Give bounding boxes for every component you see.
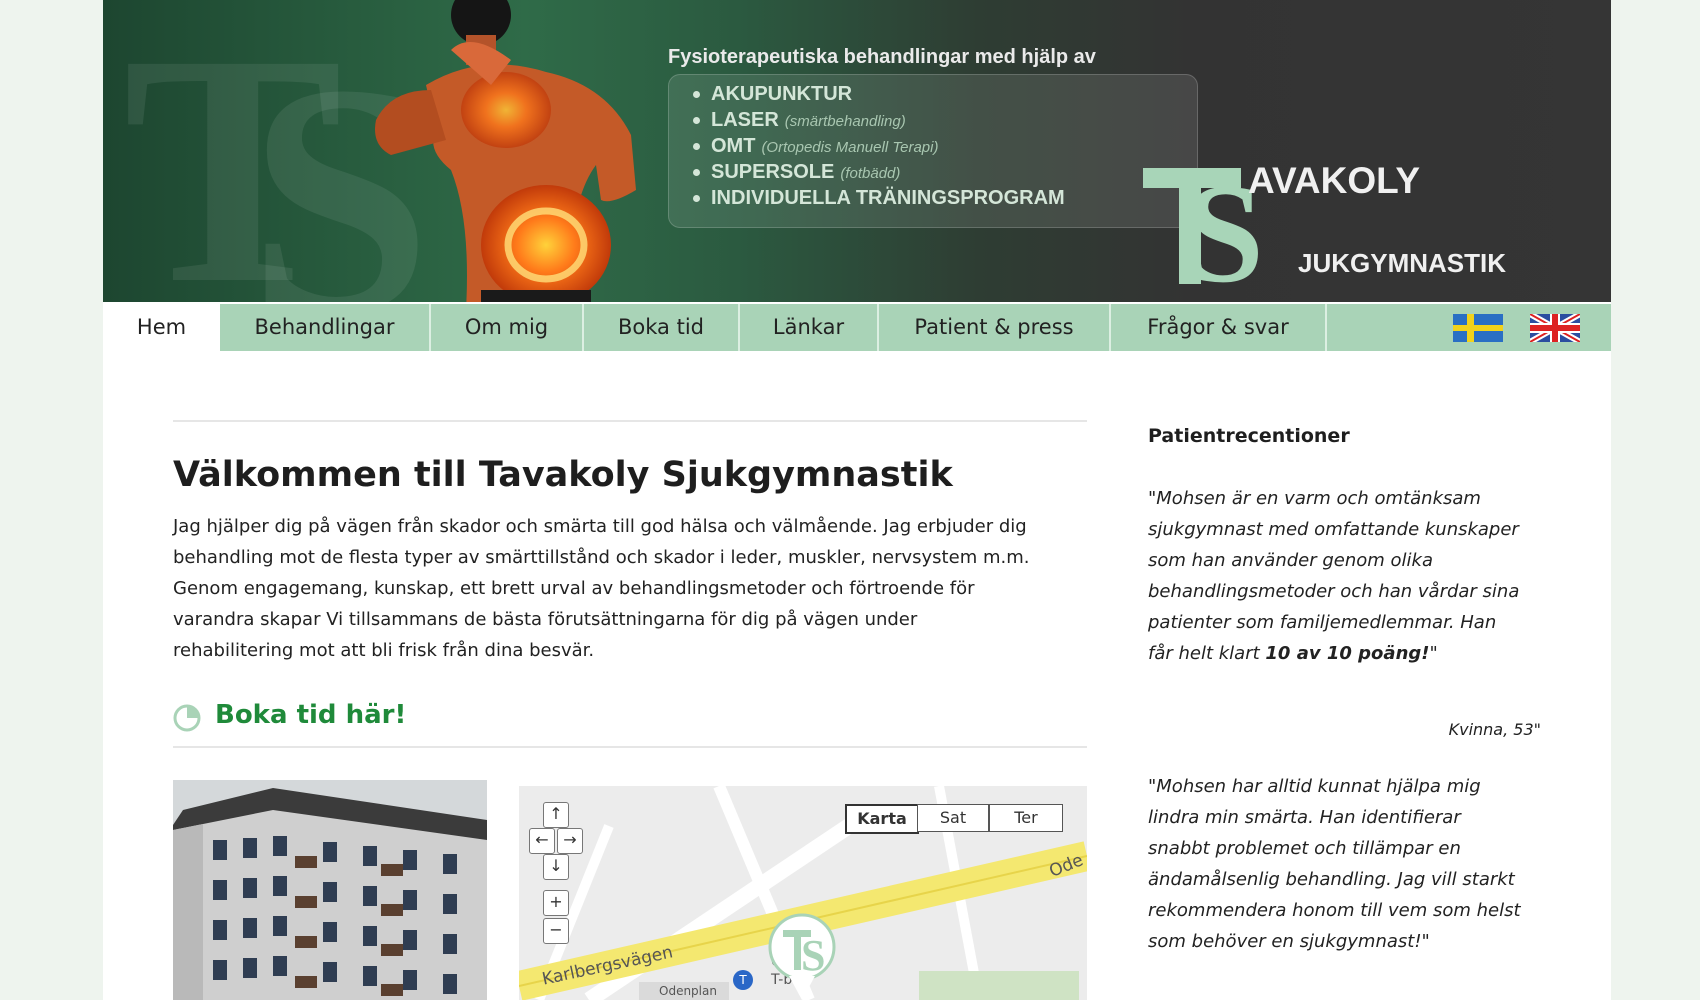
map-pan-down-icon[interactable]: ↓ — [543, 854, 569, 880]
services-box: AKUPUNKTUR LASER (smärtbehandling) OMT (Or… — [668, 74, 1198, 228]
intro-text-line: varandra skapar Vi tillsammans de bästa … — [173, 609, 918, 630]
testimonial-line: behandlingsmetoder och han vårdar sina — [1148, 581, 1520, 602]
testimonial-rating: 10 av 10 poäng! — [1265, 643, 1430, 664]
service-item: SUPERSOLE (fotbädd) — [693, 161, 900, 184]
brand-name-line2: JUKGYMNASTIK — [1298, 248, 1507, 278]
clock-icon — [173, 704, 201, 732]
bullet-icon — [693, 143, 700, 151]
testimonial-line: rekommendera honom till vem som helst — [1148, 900, 1521, 921]
google-map[interactable]: Karlbergsvägen Ode O T-b Odenplan T S ↑ … — [519, 786, 1087, 1000]
map-pan-right-icon[interactable]: → — [557, 828, 583, 854]
clinic-building-image — [173, 780, 487, 1000]
metro-station-icon[interactable]: T — [733, 970, 753, 990]
service-name: AKUPUNKTUR — [711, 83, 853, 105]
map-tab-ter[interactable]: Ter — [989, 804, 1063, 832]
service-note: (fotbädd) — [840, 165, 901, 182]
intro-text-line: behandling mot de flesta typer av smärtt… — [173, 547, 1030, 568]
header-banner: T S Fysioterapeutiska behandlingar med h… — [103, 0, 1611, 302]
service-item: AKUPUNKTUR — [693, 83, 852, 106]
testimonial-line: "Mohsen har alltid kunnat hjälpa mig — [1148, 776, 1481, 797]
map-zoom-out-icon[interactable]: − — [543, 918, 569, 944]
service-item: INDIVIDUELLA TRÄNINGSPROGRAM — [693, 187, 1065, 210]
sidebar-title: Patientrecentioner — [1148, 425, 1350, 447]
nav-item-om-mig[interactable]: Om mig — [431, 304, 584, 351]
testimonial-line: som behöver en sjukgymnast!" — [1148, 931, 1430, 952]
service-item: LASER (smärtbehandling) — [693, 109, 906, 132]
page-title: Välkommen till Tavakoly Sjukgymnastik — [173, 455, 953, 495]
nav-item-fragor-svar[interactable]: Frågor & svar — [1111, 304, 1327, 351]
testimonial-line: "Mohsen är en varm och omtänksam — [1148, 488, 1481, 509]
service-note: (Ortopedis Manuell Terapi) — [761, 139, 939, 156]
clinic-location-marker-icon[interactable]: S — [767, 912, 837, 1000]
bullet-icon — [693, 91, 700, 99]
testimonial-line: ändamålsenlig behandling. Jag vill stark… — [1148, 869, 1515, 890]
map-tab-sat[interactable]: Sat — [917, 804, 989, 832]
brand-name-line1: AVAKOLY — [1248, 160, 1421, 201]
testimonial-line: som han använder genom olika — [1148, 550, 1434, 571]
nav-item-hem[interactable]: Hem — [103, 304, 220, 351]
map-tab-karta[interactable]: Karta — [845, 804, 919, 834]
service-name: SUPERSOLE — [711, 161, 835, 183]
map-label-odenplan: Odenplan — [659, 984, 717, 998]
divider — [173, 420, 1087, 422]
swedish-flag-icon[interactable] — [1453, 314, 1503, 342]
intro-text-line: Jag hjälper dig på vägen från skador och… — [173, 516, 1027, 537]
svg-text:S: S — [801, 931, 825, 980]
testimonial-line: får helt klart 10 av 10 poäng!" — [1148, 643, 1438, 664]
nav-item-boka-tid[interactable]: Boka tid — [584, 304, 740, 351]
map-pan-left-icon[interactable]: ← — [529, 828, 555, 854]
bullet-icon — [693, 195, 700, 203]
intro-text-line: rehabilitering mot att bli frisk från di… — [173, 640, 595, 661]
map-pan-up-icon[interactable]: ↑ — [543, 802, 569, 828]
main-navigation: Hem Behandlingar Om mig Boka tid Länkar … — [103, 304, 1611, 351]
nav-item-patient-press[interactable]: Patient & press — [879, 304, 1111, 351]
nav-item-lankar[interactable]: Länkar — [740, 304, 879, 351]
testimonial-line: patienter som familjemedlemmar. Han — [1148, 612, 1497, 633]
testimonial-line: sjukgymnast med omfattande kunskaper — [1148, 519, 1519, 540]
english-flag-icon[interactable] — [1530, 314, 1580, 342]
service-name: OMT — [711, 135, 756, 157]
header-heading: Fysioterapeutiska behandlingar med hjälp… — [668, 46, 1096, 68]
bullet-icon — [693, 169, 700, 177]
divider — [173, 746, 1087, 748]
testimonial-author: Kvinna, 53" — [1448, 720, 1541, 739]
service-name: LASER — [711, 109, 779, 131]
testimonial-line: snabbt problemet och tillämpar en — [1148, 838, 1461, 859]
service-item: OMT (Ortopedis Manuell Terapi) — [693, 135, 938, 158]
nav-item-behandlingar[interactable]: Behandlingar — [220, 304, 431, 351]
map-zoom-in-icon[interactable]: + — [543, 890, 569, 916]
testimonial-text: " — [1429, 643, 1438, 664]
testimonial-line: lindra min smärta. Han identifierar — [1148, 807, 1461, 828]
page: T S Fysioterapeutiska behandlingar med h… — [103, 0, 1611, 1000]
bullet-icon — [693, 117, 700, 125]
booking-link-label: Boka tid här! — [215, 700, 407, 730]
intro-text-line: Genom engagemang, kunskap, ett brett urv… — [173, 578, 975, 599]
service-note: (smärtbehandling) — [784, 113, 906, 130]
service-name: INDIVIDUELLA TRÄNINGSPROGRAM — [711, 187, 1065, 209]
testimonial-text: får helt klart — [1148, 643, 1266, 664]
